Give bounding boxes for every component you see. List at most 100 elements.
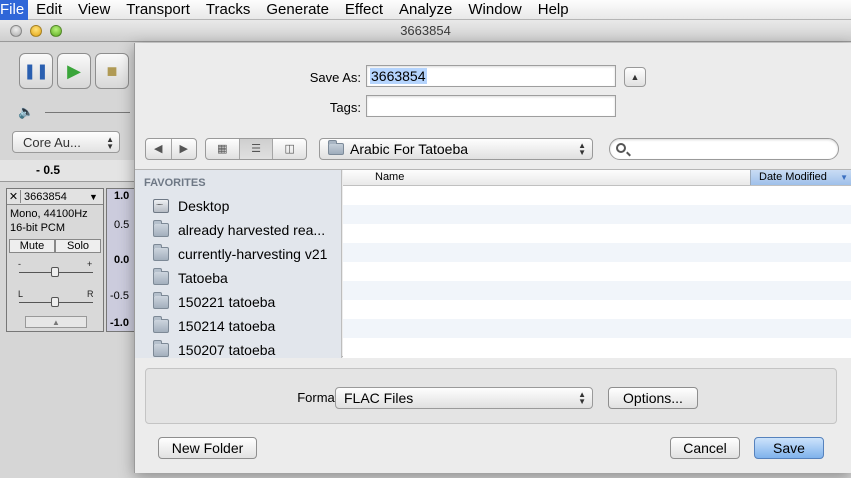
sidebar-item-label: 150207 tatoeba bbox=[178, 342, 276, 358]
play-button[interactable]: ▶ bbox=[57, 53, 91, 89]
save-as-label: Save As: bbox=[309, 70, 361, 85]
location-value: Arabic For Tatoeba bbox=[350, 141, 469, 157]
gain-minus-label: - bbox=[18, 259, 21, 269]
folder-icon bbox=[328, 140, 344, 155]
chevron-left-icon: ◀ bbox=[154, 143, 163, 155]
chevron-right-icon: ▶ bbox=[179, 143, 188, 155]
back-forward-control: ◀ ▶ bbox=[145, 138, 197, 160]
menu-generate[interactable]: Generate bbox=[258, 0, 337, 20]
track-format-info: Mono, 44100Hz bbox=[10, 208, 88, 220]
track-menu-arrow-icon[interactable]: ▼ bbox=[89, 192, 103, 202]
sidebar-item-150214[interactable]: 150214 tatoeba bbox=[135, 314, 341, 338]
desktop-icon bbox=[153, 198, 169, 213]
menu-tracks[interactable]: Tracks bbox=[198, 0, 258, 20]
search-icon bbox=[616, 143, 626, 153]
ruler-label: - 0.5 bbox=[36, 163, 61, 177]
list-item bbox=[343, 186, 851, 205]
close-track-button[interactable]: ✕ bbox=[7, 190, 21, 203]
menu-transport[interactable]: Transport bbox=[118, 0, 198, 20]
scale-label-5: -1.0 bbox=[110, 317, 129, 329]
pause-button[interactable]: ❚❚ bbox=[19, 53, 53, 89]
list-item bbox=[343, 224, 851, 243]
gain-plus-label: + bbox=[87, 259, 93, 269]
sidebar-item-currently-harvesting[interactable]: currently-harvesting v21 bbox=[135, 242, 341, 266]
file-list-rows bbox=[343, 186, 851, 357]
list-item bbox=[343, 205, 851, 224]
sidebar-item-tatoeba[interactable]: Tatoeba bbox=[135, 266, 341, 290]
search-field[interactable] bbox=[609, 138, 839, 160]
icon-view-button[interactable]: ▦ bbox=[206, 139, 240, 159]
forward-button[interactable]: ▶ bbox=[172, 139, 197, 159]
sidebar-item-already-harvested[interactable]: already harvested rea... bbox=[135, 218, 341, 242]
list-item bbox=[343, 281, 851, 300]
list-item bbox=[343, 300, 851, 319]
gain-knob[interactable] bbox=[51, 267, 59, 277]
updown-arrows-icon: ▲ ▼ bbox=[578, 390, 586, 406]
menu-file[interactable]: File bbox=[0, 0, 29, 20]
pan-left-label: L bbox=[18, 289, 24, 299]
list-view-button[interactable]: ☰ bbox=[239, 139, 274, 159]
stop-button[interactable]: ■ bbox=[95, 53, 129, 89]
timeline-ruler[interactable]: - 0.5 bbox=[0, 160, 135, 182]
folder-icon bbox=[153, 292, 169, 309]
folder-icon bbox=[153, 340, 169, 357]
sidebar-header: FAVORITES bbox=[144, 177, 206, 189]
track-control-panel: ✕ 3663854 ▼ Mono, 44100Hz 16-bit PCM Mut… bbox=[6, 188, 104, 332]
folder-icon bbox=[153, 268, 169, 285]
columns-icon: ◫ bbox=[284, 143, 295, 155]
pan-right-label: R bbox=[87, 289, 94, 299]
sidebar: FAVORITES Desktop already harvested rea.… bbox=[135, 170, 342, 358]
menu-window[interactable]: Window bbox=[460, 0, 529, 20]
chevron-up-icon: ▲ bbox=[630, 72, 640, 82]
tags-label: Tags: bbox=[329, 100, 361, 115]
menu-help[interactable]: Help bbox=[530, 0, 577, 20]
new-folder-button[interactable]: New Folder bbox=[158, 437, 257, 459]
sidebar-item-label: already harvested rea... bbox=[178, 222, 326, 238]
format-popup[interactable]: FLAC Files ▲ ▼ bbox=[335, 387, 593, 409]
menu-analyze[interactable]: Analyze bbox=[391, 0, 460, 20]
cancel-button[interactable]: Cancel bbox=[670, 437, 740, 459]
playback-volume-slider[interactable] bbox=[45, 112, 130, 113]
updown-arrows-icon: ▲ ▼ bbox=[578, 141, 586, 157]
audio-host-select[interactable]: Core Au... ▲ ▼ bbox=[12, 131, 120, 153]
sidebar-item-label: Tatoeba bbox=[178, 270, 228, 286]
column-date-modified[interactable]: Date Modified ▼ bbox=[750, 170, 851, 185]
track-name[interactable]: 3663854 bbox=[21, 191, 89, 203]
scale-label-2: 0.5 bbox=[114, 219, 130, 231]
file-browser: FAVORITES Desktop already harvested rea.… bbox=[135, 169, 851, 358]
menu-view[interactable]: View bbox=[70, 0, 118, 20]
save-button[interactable]: Save bbox=[754, 437, 824, 459]
window-titlebar: 3663854 bbox=[0, 20, 851, 42]
folder-icon bbox=[153, 244, 169, 261]
sidebar-item-label: 150214 tatoeba bbox=[178, 318, 276, 334]
mute-button[interactable]: Mute bbox=[9, 239, 55, 253]
solo-button[interactable]: Solo bbox=[55, 239, 101, 253]
file-list[interactable]: Name Date Modified ▼ bbox=[343, 170, 851, 358]
collapse-track-button[interactable]: ▲ bbox=[25, 316, 87, 328]
column-view-button[interactable]: ◫ bbox=[273, 139, 306, 159]
menu-effect[interactable]: Effect bbox=[337, 0, 391, 20]
grid-icon: ▦ bbox=[217, 143, 228, 155]
column-name[interactable]: Name bbox=[375, 171, 404, 183]
format-value: FLAC Files bbox=[344, 390, 414, 406]
location-popup[interactable]: Arabic For Tatoeba ▲ ▼ bbox=[319, 138, 593, 160]
updown-arrows-icon: ▲ ▼ bbox=[106, 135, 114, 151]
tags-field[interactable] bbox=[366, 95, 616, 117]
sidebar-item-label: Desktop bbox=[178, 198, 230, 214]
list-icon: ☰ bbox=[251, 143, 261, 155]
list-item bbox=[343, 243, 851, 262]
menu-bar: File Edit View Transport Tracks Generate… bbox=[0, 0, 851, 20]
pan-knob[interactable] bbox=[51, 297, 59, 307]
options-button[interactable]: Options... bbox=[608, 387, 698, 409]
track-bitdepth-info: 16-bit PCM bbox=[10, 222, 66, 234]
menu-edit[interactable]: Edit bbox=[28, 0, 70, 20]
list-item bbox=[343, 338, 851, 357]
sidebar-item-150221[interactable]: 150221 tatoeba bbox=[135, 290, 341, 314]
sidebar-item-desktop[interactable]: Desktop bbox=[135, 194, 341, 218]
format-accessory-panel: Format: FLAC Files ▲ ▼ Options... bbox=[145, 368, 837, 424]
back-button[interactable]: ◀ bbox=[146, 139, 172, 159]
sidebar-item-150207[interactable]: 150207 tatoeba bbox=[135, 338, 341, 358]
save-as-field[interactable]: 3663854 bbox=[366, 65, 616, 87]
collapse-dialog-button[interactable]: ▲ bbox=[624, 67, 646, 87]
save-as-value: 3663854 bbox=[370, 68, 427, 84]
